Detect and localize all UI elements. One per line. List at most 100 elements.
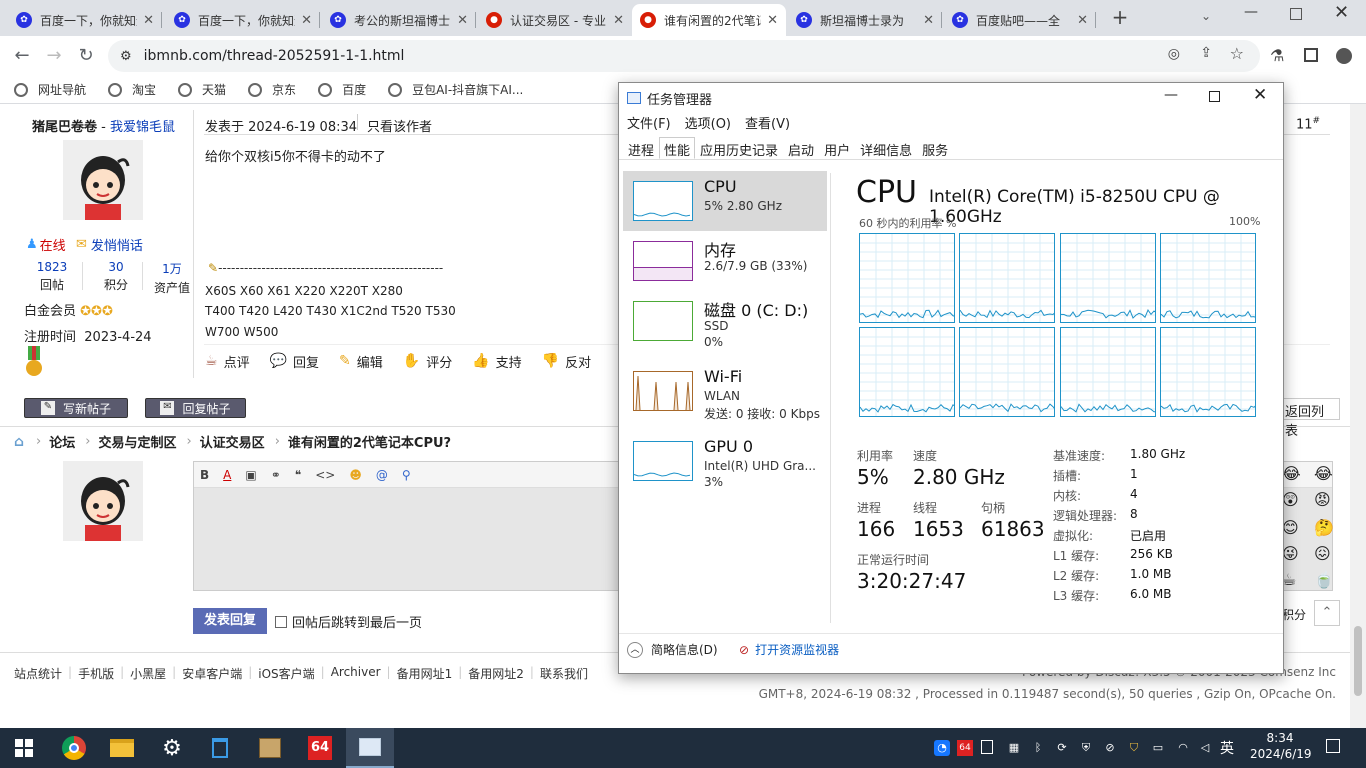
- submit-reply-button[interactable]: 发表回复: [193, 608, 267, 634]
- new-post-button[interactable]: ✎ 写新帖子: [24, 398, 128, 418]
- notes-tray-icon[interactable]: [981, 740, 993, 754]
- floor-number[interactable]: 11#: [1296, 116, 1320, 132]
- clock[interactable]: 8:34 2024/6/19: [1250, 731, 1312, 761]
- wifi-icon[interactable]: ◠: [1175, 740, 1191, 756]
- emoji-icon[interactable]: 🍵: [1314, 570, 1334, 589]
- quote-icon[interactable]: ❝: [295, 468, 301, 482]
- start-button[interactable]: [0, 728, 48, 768]
- new-tab-button[interactable]: +: [1108, 6, 1132, 30]
- post-action-3[interactable]: ✋ 评分: [403, 351, 452, 371]
- close-tab-icon[interactable]: ✕: [767, 13, 778, 28]
- tm-menu-item[interactable]: 查看(V): [745, 113, 790, 135]
- footer-link[interactable]: 手机版: [78, 665, 114, 682]
- chrome-taskbar-icon[interactable]: [50, 728, 98, 768]
- tm-sidebar-item[interactable]: Wi-Fi WLAN 发送: 0 接收: 0 Kbps: [623, 361, 827, 421]
- settings-gear-icon[interactable]: ⚙: [148, 728, 196, 768]
- back-to-list-button[interactable]: 返回列表: [1278, 398, 1340, 439]
- link-icon[interactable]: ⚭: [271, 468, 281, 482]
- tm-titlebar[interactable]: 任务管理器 — ✕: [619, 83, 1283, 113]
- close-tab-icon[interactable]: ✕: [1077, 13, 1088, 28]
- tm-tab[interactable]: 详细信息: [855, 137, 917, 159]
- site-settings-icon[interactable]: ⚙: [120, 49, 132, 64]
- breadcrumb-item[interactable]: 论坛: [49, 432, 75, 451]
- emoji-icon[interactable]: 😂: [1282, 464, 1301, 483]
- ime-indicator[interactable]: 英: [1220, 738, 1234, 758]
- reply-post-button[interactable]: ✉ 回复帖子: [145, 398, 246, 418]
- footer-link[interactable]: 安卓客户端: [182, 665, 242, 682]
- tm-tab[interactable]: 服务: [917, 137, 953, 159]
- bluetooth-icon[interactable]: ᛒ: [1030, 740, 1046, 756]
- extensions-icon[interactable]: ⚗: [1270, 46, 1284, 65]
- emoji-icon[interactable]: 😂: [1314, 464, 1333, 483]
- restore-button[interactable]: [1290, 8, 1302, 20]
- tm-tab[interactable]: 性能: [659, 137, 696, 159]
- footer-link[interactable]: 备用网址1: [397, 665, 453, 682]
- tm-tab[interactable]: 进程: [623, 137, 659, 159]
- page-scrollbar[interactable]: [1350, 104, 1366, 728]
- tm-menu-item[interactable]: 选项(O): [685, 113, 731, 135]
- emoji-icon[interactable]: 😖: [1314, 544, 1331, 563]
- app-64-tray-icon[interactable]: 64: [957, 740, 973, 756]
- tm-sidebar-item[interactable]: 磁盘 0 (C: D:) SSD 0%: [623, 291, 827, 351]
- emoji-icon[interactable]: 🤔: [1314, 518, 1334, 537]
- scrollbar-thumb[interactable]: [1354, 626, 1362, 696]
- smiley-icon[interactable]: ☻: [349, 468, 362, 482]
- notification-icon[interactable]: [1326, 739, 1340, 753]
- post-action-4[interactable]: 👍 支持: [472, 351, 521, 371]
- footer-link[interactable]: 站点统计: [14, 665, 62, 682]
- emoji-icon[interactable]: 😜: [1282, 544, 1299, 563]
- browser-tab[interactable]: ✿ 斯坦福博士录为 ✕: [788, 4, 942, 36]
- emoji-icon[interactable]: 😲: [1282, 490, 1299, 509]
- address-bar[interactable]: ⚙ ibmnb.com/thread-2052591-1-1.html ◎ ⇪ …: [108, 40, 1260, 72]
- browser-tab[interactable]: ● 谁有闲置的2代笔记 ✕: [632, 4, 786, 36]
- post-action-2[interactable]: ✎ 编辑: [339, 351, 383, 371]
- sidebar-icon[interactable]: [1304, 48, 1318, 62]
- close-window-button[interactable]: ✕: [1334, 2, 1349, 23]
- tm-tab[interactable]: 启动: [783, 137, 819, 159]
- forward-button[interactable]: →: [42, 44, 66, 68]
- close-tab-icon[interactable]: ✕: [301, 13, 312, 28]
- font-color-icon[interactable]: A: [223, 468, 231, 482]
- bookmark-item[interactable]: 豆包AI-抖音旗下AI...: [388, 81, 523, 98]
- task-manager-window[interactable]: 任务管理器 — ✕ 文件(F) 选项(O) 查看(V) 进程 性能 应用历史记录 启动 用户…: [618, 82, 1284, 674]
- footer-link[interactable]: 备用网址2: [468, 665, 524, 682]
- attachment-icon[interactable]: ⚲: [402, 468, 411, 482]
- send-message-link[interactable]: ✉ 发悄悄话: [76, 235, 143, 254]
- breadcrumb-item[interactable]: 认证交易区: [200, 432, 265, 451]
- stat-item[interactable]: 30 积分: [94, 260, 138, 293]
- reply-avatar[interactable]: [63, 461, 143, 541]
- post-action-1[interactable]: 💬 回复: [270, 351, 319, 371]
- stat-item[interactable]: 1万 资产值: [150, 260, 194, 296]
- package-app-icon[interactable]: [246, 728, 294, 768]
- shield-tray-icon[interactable]: ⛨: [1078, 740, 1094, 756]
- post-action-0[interactable]: ☕ 点评: [205, 351, 250, 371]
- close-tab-icon[interactable]: ✕: [613, 13, 624, 28]
- footer-link[interactable]: 小黑屋: [130, 665, 166, 682]
- close-tab-icon[interactable]: ✕: [457, 13, 468, 28]
- security-shield-icon[interactable]: ⛉: [1126, 740, 1142, 756]
- emoji-icon[interactable]: ☕: [1282, 570, 1296, 589]
- recycle-bin-icon[interactable]: [196, 728, 244, 768]
- close-tab-icon[interactable]: ✕: [923, 13, 934, 28]
- bold-icon[interactable]: B: [200, 468, 209, 482]
- share-icon[interactable]: ⇪: [1200, 45, 1212, 61]
- close-tab-icon[interactable]: ✕: [143, 13, 154, 28]
- app-64-icon[interactable]: 64: [296, 728, 344, 768]
- back-button[interactable]: ←: [10, 44, 34, 68]
- tm-minimize-button[interactable]: —: [1164, 87, 1178, 103]
- bookmark-item[interactable]: 淘宝: [108, 81, 156, 98]
- footer-link[interactable]: Archiver: [331, 665, 381, 682]
- task-manager-taskbar-icon[interactable]: [346, 728, 394, 768]
- jump-last-checkbox[interactable]: 回帖后跳转到最后一页: [275, 612, 422, 631]
- sync-tray-icon[interactable]: ⟳: [1054, 740, 1070, 756]
- breadcrumb-item[interactable]: 交易与定制区: [98, 432, 176, 451]
- tm-sidebar-item[interactable]: CPU 5% 2.80 GHz: [623, 171, 827, 231]
- network-off-icon[interactable]: ⊘: [1102, 740, 1118, 756]
- tm-sidebar-item[interactable]: 内存 2.6/7.9 GB (33%): [623, 231, 827, 291]
- tm-maximize-button[interactable]: [1209, 91, 1220, 102]
- tm-close-button[interactable]: ✕: [1253, 85, 1267, 105]
- emoji-icon[interactable]: 😡: [1314, 490, 1331, 509]
- browser-tab[interactable]: ● 认证交易区 - 专业 ✕: [478, 4, 632, 36]
- browser-tab[interactable]: ✿ 百度贴吧——全 ✕: [944, 4, 1096, 36]
- eye-off-icon[interactable]: ◎: [1168, 46, 1180, 62]
